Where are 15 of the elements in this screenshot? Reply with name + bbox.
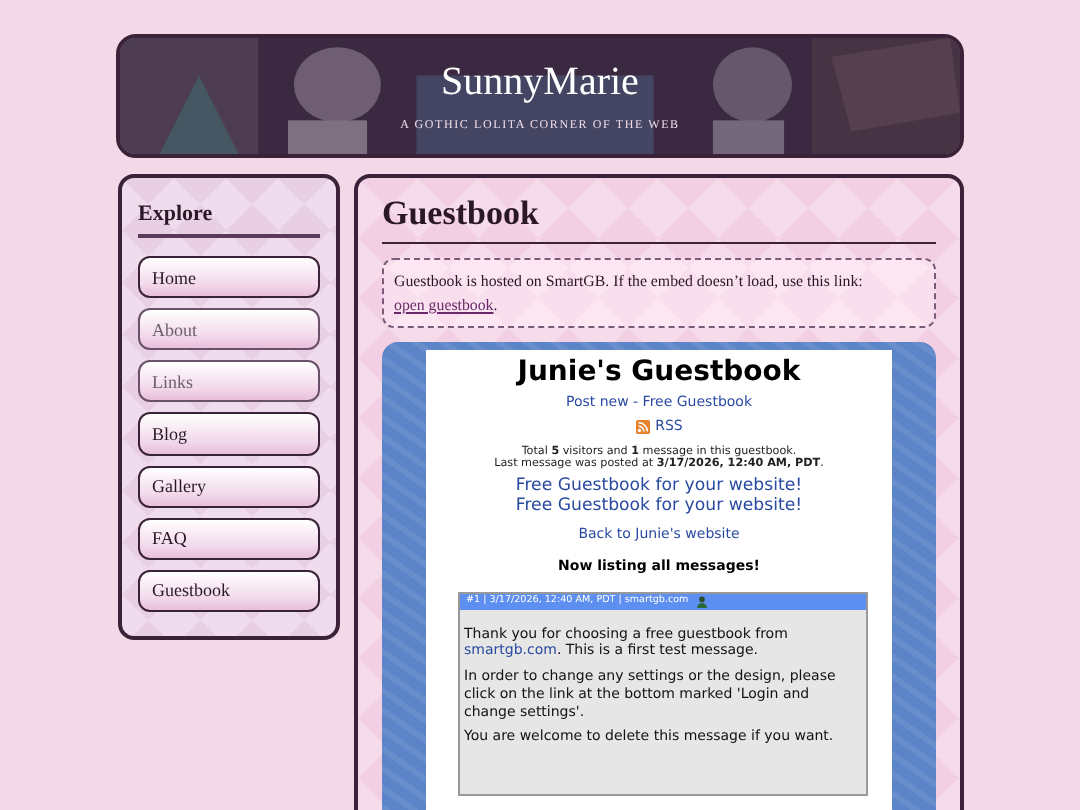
rss-icon [635,420,650,435]
sidebar-heading: Explore [138,202,320,238]
person-icon [696,595,709,608]
promo-link[interactable]: Free Guestbook for your website! [515,476,803,497]
nav-link[interactable]: Blog [138,412,320,456]
nav-link[interactable]: Gallery [138,465,320,508]
nav-link[interactable]: About [138,308,320,351]
nav-link[interactable]: Home [138,256,320,299]
nav-link[interactable]: Guestbook [138,569,320,612]
nav-link[interactable]: FAQ [138,517,320,560]
site-title: SunnyMarie [441,60,639,104]
nav-link[interactable]: Links [138,360,320,403]
guestbook-title: Junie's Guestbook [514,356,803,389]
promo-link[interactable]: Free Guestbook for your website! [515,495,803,516]
page-heading: Guestbook [382,194,936,245]
